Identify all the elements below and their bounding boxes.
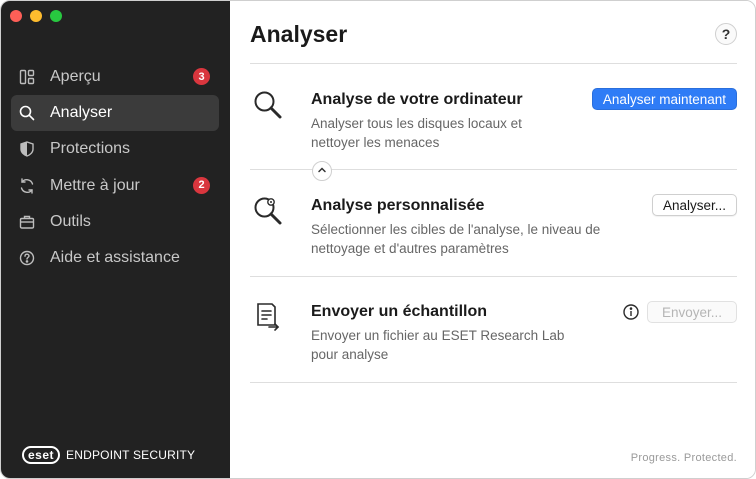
send-sample-title: Envoyer un échantillon [311, 303, 488, 320]
product-name: ENDPOINT SECURITY [66, 448, 196, 462]
custom-scan-button[interactable]: Analyser... [651, 194, 737, 216]
collapse-button[interactable] [312, 161, 332, 181]
scan-computer-title: Analyse de votre ordinateur [311, 91, 523, 108]
sidebar-item-label: Aperçu [50, 68, 101, 85]
footer-tagline: Progress. Protected. [630, 452, 737, 464]
info-icon[interactable] [623, 304, 639, 320]
divider [250, 382, 737, 383]
window-controls [10, 10, 62, 22]
briefcase-icon [18, 213, 36, 231]
shield-icon [18, 140, 36, 158]
overview-icon [18, 68, 36, 86]
zoom-window-button[interactable] [50, 10, 62, 22]
help-circle-icon [18, 249, 36, 267]
notification-badge: 2 [193, 176, 210, 194]
eset-logo: eset [22, 446, 61, 464]
magnifier-icon [252, 89, 284, 121]
sidebar-nav: Aperçu 3 Analyser Protections Mettre à j… [11, 59, 219, 276]
search-icon [18, 104, 36, 122]
divider [250, 63, 737, 64]
divider [250, 276, 737, 277]
scan-computer-description: Analyser tous les disques locaux et nett… [311, 116, 522, 150]
chevron-up-icon [317, 162, 327, 180]
minimize-window-button[interactable] [30, 10, 42, 22]
send-sample-description: Envoyer un fichier au ESET Research Lab … [311, 328, 565, 362]
custom-scan-description: Sélectionner les cibles de l'analyse, le… [311, 222, 601, 256]
page-title: Analyser [250, 21, 348, 47]
document-send-icon [252, 301, 284, 333]
scan-now-button[interactable]: Analyser maintenant [591, 88, 737, 110]
sidebar-item-label: Mettre à jour [50, 176, 140, 194]
notification-badge: 3 [193, 68, 210, 85]
custom-scan-title: Analyse personnalisée [311, 197, 485, 214]
sidebar-item-label: Outils [50, 212, 91, 230]
brand-logo: eset ENDPOINT SECURITY [22, 446, 195, 464]
sidebar: Aperçu 3 Analyser Protections Mettre à j… [1, 1, 230, 478]
sidebar-item-protections[interactable]: Protections [11, 131, 219, 167]
app-window: Aperçu 3 Analyser Protections Mettre à j… [0, 0, 756, 479]
main-panel: Analyser ? Analyse de votre ordinateur A… [230, 1, 755, 478]
sidebar-item-aide[interactable]: Aide et assistance [11, 240, 219, 276]
sidebar-item-label: Aide et assistance [50, 248, 180, 266]
send-sample-button[interactable]: Envoyer... [647, 301, 737, 323]
sidebar-item-outils[interactable]: Outils [11, 204, 219, 240]
sidebar-item-apercu[interactable]: Aperçu 3 [11, 59, 219, 95]
help-button[interactable]: ? [715, 23, 737, 45]
sidebar-item-label: Protections [50, 140, 131, 158]
refresh-icon [18, 177, 36, 195]
sidebar-item-label: Analyser [50, 104, 113, 122]
sidebar-item-analyser[interactable]: Analyser [11, 95, 219, 132]
magnifier-gear-icon [252, 195, 284, 227]
close-window-button[interactable] [10, 10, 22, 22]
sidebar-item-mettre-a-jour[interactable]: Mettre à jour 2 [11, 168, 219, 204]
